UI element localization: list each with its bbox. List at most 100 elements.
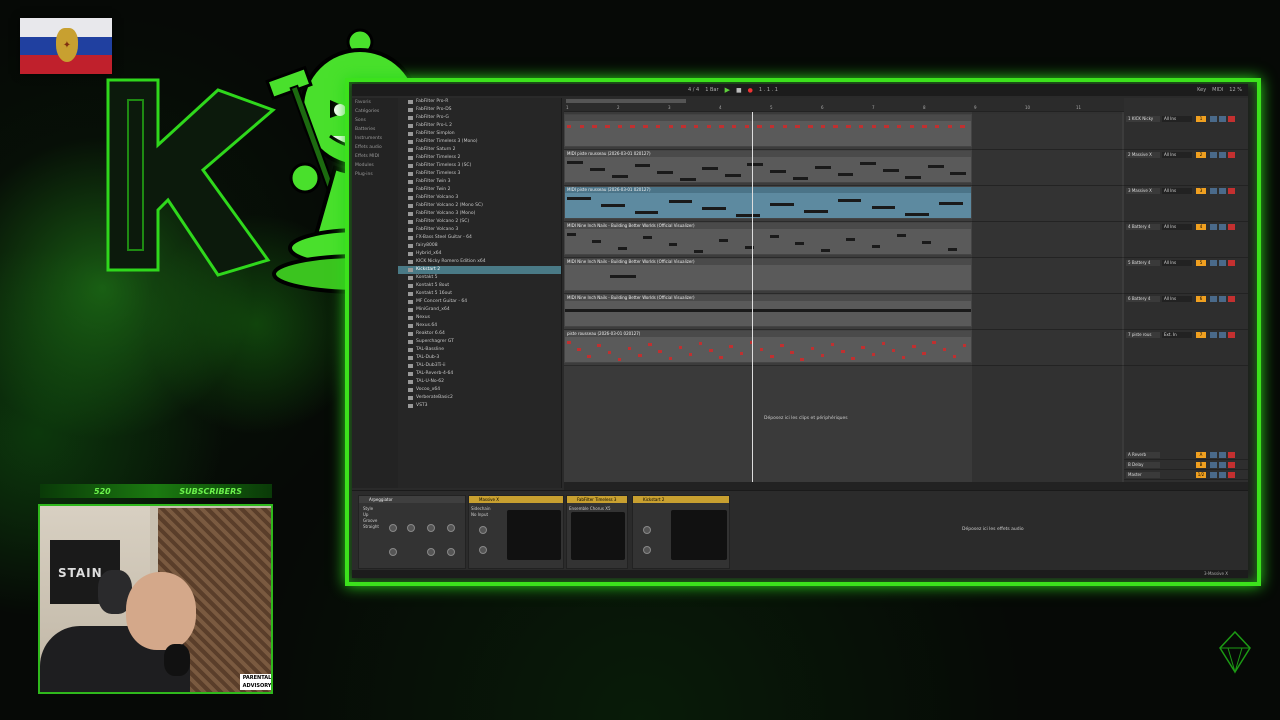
browser-place[interactable]: Sons [352, 116, 398, 125]
track-activator[interactable]: 1 [1196, 116, 1206, 122]
record-arm-button[interactable] [1228, 472, 1235, 478]
massive-x-device[interactable]: Massive X Sidechain No Input [468, 495, 564, 569]
track-activator[interactable]: 3 [1196, 188, 1206, 194]
browser-item[interactable]: Kontakt 5 16out [398, 290, 561, 298]
plugin-display[interactable] [507, 510, 561, 560]
clip[interactable]: piste rousseau (2026-03-01 020127) [564, 330, 972, 363]
browser-item[interactable]: FabFilter Pro-L 2 [398, 122, 561, 130]
arp-target-knob[interactable] [447, 548, 455, 556]
browser-item[interactable]: TAL-Dub-3 [398, 354, 561, 362]
solo-button[interactable] [1210, 472, 1217, 478]
browser-place[interactable]: Plug-ins [352, 170, 398, 179]
arm-button[interactable] [1219, 332, 1226, 338]
input-routing[interactable]: All Ins [1162, 116, 1192, 122]
browser-item[interactable]: FabFilter Timeless 3 (Mono) [398, 138, 561, 146]
record-arm-button[interactable] [1228, 152, 1235, 158]
browser-place[interactable]: Instruments [352, 134, 398, 143]
gain-knob[interactable] [643, 526, 651, 534]
clip[interactable]: MIDI piste rousseau (2026-03-01 020127) [564, 186, 972, 219]
browser-item[interactable]: TAL-U-No-62 [398, 378, 561, 386]
browser-item[interactable]: FabFilter Twin 2 [398, 186, 561, 194]
solo-button[interactable] [1210, 462, 1217, 468]
input-routing[interactable]: Ext. In [1162, 332, 1192, 338]
arp-steps-knob[interactable] [427, 524, 435, 532]
record-arm-button[interactable] [1228, 452, 1235, 458]
clip[interactable] [564, 114, 972, 147]
browser-item[interactable]: FabFilter Pro-G [398, 114, 561, 122]
browser-item[interactable]: Vocoo_x64 [398, 386, 561, 394]
browser-item[interactable]: fairy8008 [398, 242, 561, 250]
track-name[interactable]: 7 piste rous [1126, 332, 1160, 338]
input-routing[interactable]: All Ins [1162, 260, 1192, 266]
browser-place[interactable]: Effets audio [352, 143, 398, 152]
clip[interactable]: MIDI Nine Inch Nails - Building Better W… [564, 294, 972, 327]
arm-button[interactable] [1219, 472, 1226, 478]
browser-item[interactable]: FabFilter Simplon [398, 130, 561, 138]
arpeggiator-device[interactable]: Arpeggiator Style Up Groove Straight [358, 495, 466, 569]
browser-item[interactable]: Superchagrer GT [398, 338, 561, 346]
browser-item[interactable]: FX-Bass Steel Guitar - 64 [398, 234, 561, 242]
browser-place[interactable]: Catégories [352, 107, 398, 116]
browser-item[interactable]: FabFilter Twin 3 [398, 178, 561, 186]
arm-button[interactable] [1219, 224, 1226, 230]
overview-scroll[interactable] [566, 99, 686, 103]
browser-item[interactable]: TAL-Reverb-4-64 [398, 370, 561, 378]
mixer-strip[interactable]: A Reverb A [1124, 450, 1248, 460]
playhead[interactable] [752, 112, 753, 482]
browser-place[interactable]: Batteries [352, 125, 398, 134]
record-arm-button[interactable] [1228, 296, 1235, 302]
arm-button[interactable] [1219, 462, 1226, 468]
record-arm-button[interactable] [1228, 462, 1235, 468]
track-name[interactable]: 2 Massive X [1126, 152, 1160, 158]
record-arm-button[interactable] [1228, 260, 1235, 266]
browser-item[interactable]: Nexus.64 [398, 322, 561, 330]
browser-place[interactable]: Modules [352, 161, 398, 170]
arm-button[interactable] [1219, 260, 1226, 266]
track-name[interactable]: 3 Massive X [1126, 188, 1160, 194]
browser-item[interactable]: TAL-Bassline [398, 346, 561, 354]
mixer-strip[interactable]: B Delay B [1124, 460, 1248, 470]
input-routing[interactable]: All Ins [1162, 152, 1192, 158]
record-arm-button[interactable] [1228, 116, 1235, 122]
browser-item[interactable]: MiniGrand_x64 [398, 306, 561, 314]
mixer-strip[interactable]: 5 Battery 4 All Ins 5 [1124, 258, 1248, 294]
gain-knob[interactable] [479, 526, 487, 534]
input-routing[interactable]: All Ins [1162, 224, 1192, 230]
track-activator[interactable]: 2 [1196, 152, 1206, 158]
mixer-strip[interactable]: Master 1/2 [1124, 470, 1248, 480]
track-activator[interactable]: 6 [1196, 296, 1206, 302]
browser-item[interactable]: FabFilter Timeless 2 [398, 154, 561, 162]
browser-item[interactable]: Kontakt 5 8out [398, 282, 561, 290]
mixer-strip[interactable]: 4 Battery 4 All Ins 4 [1124, 222, 1248, 258]
midi-map-button[interactable]: MIDI [1212, 87, 1223, 93]
browser-item[interactable]: FabFilter Timeless 3 [398, 170, 561, 178]
track-name[interactable]: 1 KICK Nicky [1126, 116, 1160, 122]
clip[interactable]: MIDI Nine Inch Nails - Building Better W… [564, 222, 972, 255]
solo-button[interactable] [1210, 452, 1217, 458]
browser-item[interactable]: Reaktor 6.64 [398, 330, 561, 338]
quantize-menu[interactable]: 1 Bar [705, 87, 718, 93]
browser-item[interactable]: TAL-Dub3Ti-ii [398, 362, 561, 370]
track-activator[interactable]: 1/2 [1196, 472, 1206, 478]
arm-button[interactable] [1219, 188, 1226, 194]
record-arm-button[interactable] [1228, 188, 1235, 194]
browser-item[interactable]: Kickstart 2 [398, 266, 561, 274]
browser-item[interactable]: Kontakt 5 [398, 274, 561, 282]
timeless-device[interactable]: FabFilter Timeless 3 Ensemble Chorus X5 [566, 495, 628, 569]
browser-item[interactable]: VerberateBasic2 [398, 394, 561, 402]
browser-item[interactable]: FabFilter Pro-DS [398, 106, 561, 114]
arp-rate-knob[interactable] [389, 524, 397, 532]
stop-icon[interactable]: ■ [736, 87, 742, 94]
track-activator[interactable]: 4 [1196, 224, 1206, 230]
browser-item[interactable]: FabFilter Volcano 2 (SC) [398, 218, 561, 226]
track-name[interactable]: Master [1126, 472, 1160, 478]
track-activator[interactable]: 5 [1196, 260, 1206, 266]
solo-button[interactable] [1210, 152, 1217, 158]
track-name[interactable]: 4 Battery 4 [1126, 224, 1160, 230]
clip[interactable]: MIDI Nine Inch Nails - Building Better W… [564, 258, 972, 291]
browser-item[interactable]: Nexus [398, 314, 561, 322]
browser-place[interactable]: Favoris [352, 98, 398, 107]
arp-distance-knob[interactable] [427, 548, 435, 556]
mixer-strip[interactable]: 6 Battery 4 All Ins 6 [1124, 294, 1248, 330]
timeline-ruler[interactable]: 1 2 3 4 5 6 7 8 9 10 11 [564, 98, 1124, 112]
